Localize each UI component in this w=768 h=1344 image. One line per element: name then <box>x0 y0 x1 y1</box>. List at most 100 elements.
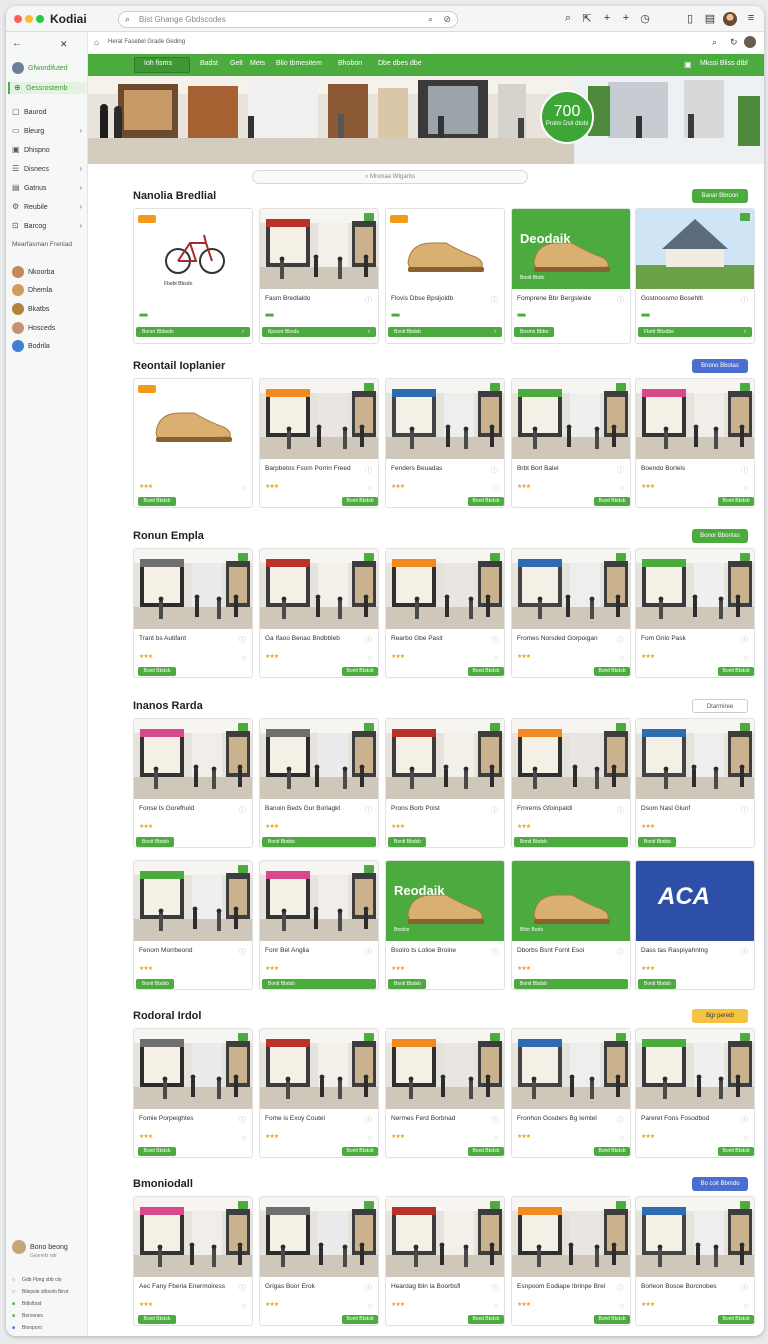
card-image[interactable] <box>512 1029 630 1109</box>
product-card[interactable]: Fonr Bel Anglia ⓘ ★★★ Bonit Bbdsb <box>259 860 379 990</box>
add-to-cart-button[interactable]: Bonit Bbdsb <box>514 979 628 989</box>
favorite-icon[interactable]: ○ <box>368 655 372 662</box>
add-to-cart-button[interactable]: Bonit Bbdsb <box>718 1315 754 1324</box>
card-image[interactable] <box>512 719 630 799</box>
refresh-icon[interactable]: ↻ <box>730 37 738 48</box>
info-icon[interactable]: ⓘ <box>741 465 748 475</box>
favorite-icon[interactable]: ○ <box>242 485 246 492</box>
maximize-window-button[interactable] <box>36 15 44 23</box>
info-icon[interactable]: ⓘ <box>741 805 748 815</box>
section-action-button[interactable]: Bgr peredl <box>692 1009 748 1023</box>
card-image[interactable] <box>636 1197 754 1277</box>
product-card[interactable]: Fome is Exoy Coutel ⓘ ★★★ ○ Bonit Bbdsb <box>259 1028 379 1158</box>
search-icon[interactable]: ⌕ <box>561 12 575 25</box>
product-card[interactable]: Heardag lbln la Boorbsfl ⓘ ★★★ ○ Bonit Bbdsb <box>385 1196 505 1326</box>
avatar[interactable] <box>744 36 756 48</box>
product-card[interactable]: Flovis Dbse Bpsljoldb ⓘ ■■■ Bonit Bbdsb › <box>385 208 505 344</box>
footer-link[interactable]: ■ Berosnec <box>12 1310 43 1322</box>
product-card[interactable]: ACA Dass tas Raspiyahntng ⓘ ★★★ Bonit Bbdsb <box>635 860 755 990</box>
add-to-cart-button[interactable]: Bonit Bbdsb <box>514 837 628 847</box>
extensions-icon[interactable]: ▤ <box>703 12 717 25</box>
info-icon[interactable]: ⓘ <box>239 1283 246 1293</box>
info-icon[interactable]: ⓘ <box>491 465 498 475</box>
favorite-icon[interactable]: ○ <box>494 485 498 492</box>
card-image[interactable] <box>134 549 252 629</box>
card-image[interactable] <box>636 719 754 799</box>
card-image[interactable] <box>134 209 252 289</box>
card-image[interactable]: ACA <box>636 861 754 941</box>
card-image[interactable] <box>260 1197 378 1277</box>
new-tab-icon[interactable]: + <box>619 12 633 24</box>
card-image[interactable] <box>386 379 504 459</box>
info-icon[interactable]: ⓘ <box>617 1115 624 1125</box>
topnav-right-link[interactable]: Mkssi Bliss dtbl <box>700 60 748 67</box>
product-card[interactable]: Brbt Borl Balel ⓘ ★★★ ○ Bonit Bbdsb <box>511 378 631 508</box>
card-image[interactable] <box>386 549 504 629</box>
sidebar-person[interactable]: Nkoorba <box>12 266 54 278</box>
add-icon[interactable]: + <box>600 12 614 24</box>
favorite-icon[interactable]: ○ <box>242 1135 246 1142</box>
card-image[interactable] <box>512 1197 630 1277</box>
favorite-icon[interactable]: ○ <box>242 655 246 662</box>
card-image[interactable] <box>260 549 378 629</box>
tab[interactable]: Mets <box>250 60 265 67</box>
add-to-cart-button[interactable]: Bosms Bbbo <box>514 327 554 337</box>
card-image[interactable] <box>636 379 754 459</box>
card-image[interactable] <box>636 1029 754 1109</box>
info-icon[interactable]: ⓘ <box>239 947 246 957</box>
product-card[interactable]: Boendo Borlels ⓘ ★★★ ○ Bonit Bbdsb <box>635 378 755 508</box>
add-to-cart-button[interactable]: Bonit Bbdsb <box>718 1147 754 1156</box>
favorite-icon[interactable]: ○ <box>620 485 624 492</box>
product-card[interactable]: Fenom Morrbeond ⓘ ★★★ Bonit Bbdsb <box>133 860 253 990</box>
section-action-button[interactable]: Dtarmiree <box>692 699 748 713</box>
favorite-icon[interactable]: ○ <box>620 1303 624 1310</box>
add-to-cart-button[interactable]: Bonit Bbdsb <box>138 1315 176 1324</box>
cart-icon[interactable]: ▣ <box>684 60 692 69</box>
sidebar-item[interactable]: ▤ Gatnus › <box>12 182 88 194</box>
product-card[interactable]: Aec Fany Fberia Enermoiress ⓘ ★★★ ○ Bonit Bb… <box>133 1196 253 1326</box>
profile-avatar[interactable] <box>723 12 737 26</box>
add-to-cart-button[interactable]: Bonit Bbdsb <box>388 979 426 989</box>
sidebar-person[interactable]: Bkatbs <box>12 303 49 315</box>
info-icon[interactable]: ⓘ <box>741 295 748 305</box>
sidebar-person[interactable]: Dhemla <box>12 284 52 296</box>
favorite-icon[interactable]: ○ <box>744 485 748 492</box>
add-to-cart-button[interactable]: Bonor Bbbsdo › <box>136 327 250 337</box>
footer-link[interactable]: ■ Bdlolbod <box>12 1298 41 1310</box>
favorite-icon[interactable]: ○ <box>368 1303 372 1310</box>
section-action-button[interactable]: Bnono Bbotas <box>692 359 748 373</box>
info-icon[interactable]: ⓘ <box>491 947 498 957</box>
card-image[interactable] <box>386 209 504 289</box>
info-icon[interactable]: ⓘ <box>491 635 498 645</box>
product-card[interactable]: Fenders Beuadas ⓘ ★★★ ○ Bonit Bbdsb <box>385 378 505 508</box>
section-action-button[interactable]: Bo coit Bbmdo <box>692 1177 748 1191</box>
add-to-cart-button[interactable]: Bonit Bbdsb <box>262 979 376 989</box>
back-icon[interactable]: ← <box>12 38 22 50</box>
menu-icon[interactable]: ≡ <box>744 12 758 24</box>
product-card[interactable]: Barpbetos Fsom Porrin Freed ⓘ ★★★ ○ Bonit Bb… <box>259 378 379 508</box>
card-image[interactable] <box>512 549 630 629</box>
card-image[interactable] <box>260 719 378 799</box>
bookmark-icon[interactable]: ▯ <box>683 12 697 25</box>
info-icon[interactable]: ⓘ <box>365 635 372 645</box>
add-to-cart-button[interactable]: Bonit Bbdsb <box>138 667 176 676</box>
favorite-icon[interactable]: ○ <box>494 1135 498 1142</box>
history-icon[interactable]: ◷ <box>638 12 652 25</box>
info-icon[interactable]: ⓘ <box>741 947 748 957</box>
add-to-cart-button[interactable]: Bonit Bbdsb <box>468 497 504 506</box>
sidebar-person[interactable]: Bodrila <box>12 340 50 352</box>
card-image[interactable] <box>134 861 252 941</box>
card-image[interactable] <box>512 379 630 459</box>
card-image[interactable] <box>636 209 754 289</box>
add-to-cart-button[interactable]: Bonit Bbdsb <box>342 667 378 676</box>
add-to-cart-button[interactable]: Bonit Bbdsb <box>342 1315 378 1324</box>
product-card[interactable]: Nermes Ferd Borbnad ⓘ ★★★ ○ Bonit Bbdsb <box>385 1028 505 1158</box>
search-icon[interactable]: ⌕ <box>712 37 717 48</box>
footer-link[interactable]: ■ Blonporo <box>12 1322 42 1334</box>
tab[interactable]: Dbe dbes dbe <box>378 60 422 67</box>
product-card[interactable]: Pareret Fons Fosodbod ⓘ ★★★ ○ Bonit Bbdsb <box>635 1028 755 1158</box>
info-icon[interactable]: ⓘ <box>617 947 624 957</box>
product-card[interactable]: Reodaik Bnolos Bsoiro ts Lolioe Broine ⓘ ★★★… <box>385 860 505 990</box>
info-icon[interactable]: ⓘ <box>617 635 624 645</box>
card-image[interactable] <box>386 1197 504 1277</box>
